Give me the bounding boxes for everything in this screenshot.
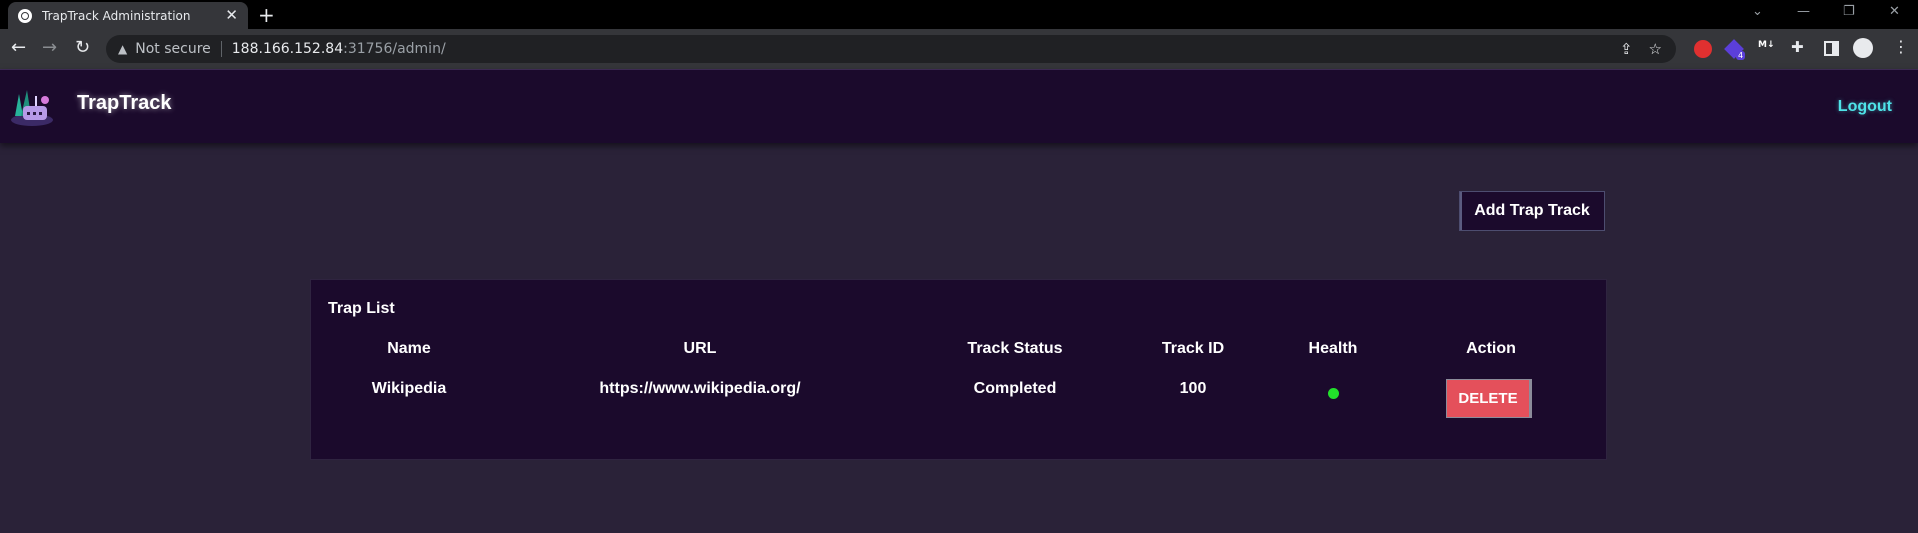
address-bar[interactable]: ▲ Not secure 188.166.152.84 :31756/admin… xyxy=(106,35,1676,63)
bookmark-star-icon[interactable]: ☆ xyxy=(1649,40,1662,58)
restore-icon[interactable]: ❐ xyxy=(1843,4,1855,19)
logout-link[interactable]: Logout xyxy=(1838,98,1892,116)
browser-tab-strip: TrapTrack Administration ✕ + ⌄ — ❐ ✕ xyxy=(0,0,1918,29)
forward-icon[interactable]: → xyxy=(42,37,57,59)
security-label: Not secure xyxy=(135,41,211,57)
extension-red-icon[interactable] xyxy=(1694,40,1712,58)
new-tab-button[interactable]: + xyxy=(258,3,275,27)
cell-track-status: Completed xyxy=(973,380,1057,397)
markdown-extension-icon[interactable]: M↓ xyxy=(1758,40,1775,58)
health-status-dot xyxy=(1328,388,1339,399)
share-icon[interactable]: ⇪ xyxy=(1620,40,1633,58)
reload-icon[interactable]: ↻ xyxy=(75,37,90,59)
extension-badge: 4 xyxy=(1736,51,1746,60)
cell-track-id: 100 xyxy=(1179,380,1207,397)
extensions-puzzle-icon[interactable]: ✚ xyxy=(1791,38,1804,56)
tab-close-icon[interactable]: ✕ xyxy=(225,8,238,23)
side-panel-icon[interactable] xyxy=(1824,41,1839,56)
url-host: 188.166.152.84 xyxy=(231,41,344,57)
column-header-url: URL xyxy=(683,340,717,357)
browser-tab[interactable]: TrapTrack Administration ✕ xyxy=(8,2,248,29)
column-header-health: Health xyxy=(1308,340,1358,357)
address-divider xyxy=(220,41,222,57)
tab-title: TrapTrack Administration xyxy=(42,8,191,23)
cell-name: Wikipedia xyxy=(371,380,447,397)
browser-toolbar: ← → ↻ ▲ Not secure 188.166.152.84 :31756… xyxy=(0,29,1918,69)
app-header: TrapTrack Logout xyxy=(0,69,1918,143)
column-header-track-status: Track Status xyxy=(967,340,1063,357)
trap-list-card: Trap List Name URL Track Status Track ID… xyxy=(310,279,1607,460)
globe-icon xyxy=(18,8,32,23)
url-path: :31756/admin/ xyxy=(343,41,446,57)
browser-menu-icon[interactable]: ⋮ xyxy=(1893,37,1909,56)
brand-title[interactable]: TrapTrack xyxy=(77,92,172,115)
tab-search-icon[interactable]: ⌄ xyxy=(1752,4,1763,19)
add-trap-track-button[interactable]: Add Trap Track xyxy=(1459,191,1605,231)
traptrack-logo-icon xyxy=(11,90,53,126)
minimize-icon[interactable]: — xyxy=(1797,4,1810,19)
warning-icon: ▲ xyxy=(118,42,128,56)
cell-url: https://www.wikipedia.org/ xyxy=(599,380,801,397)
back-icon[interactable]: ← xyxy=(11,37,26,59)
column-header-name: Name xyxy=(387,340,431,357)
close-window-icon[interactable]: ✕ xyxy=(1889,4,1900,19)
delete-button[interactable]: DELETE xyxy=(1446,379,1532,418)
trap-list-title: Trap List xyxy=(328,300,395,317)
profile-avatar-icon[interactable] xyxy=(1853,38,1873,58)
column-header-track-id: Track ID xyxy=(1161,340,1225,357)
column-header-action: Action xyxy=(1466,340,1516,357)
